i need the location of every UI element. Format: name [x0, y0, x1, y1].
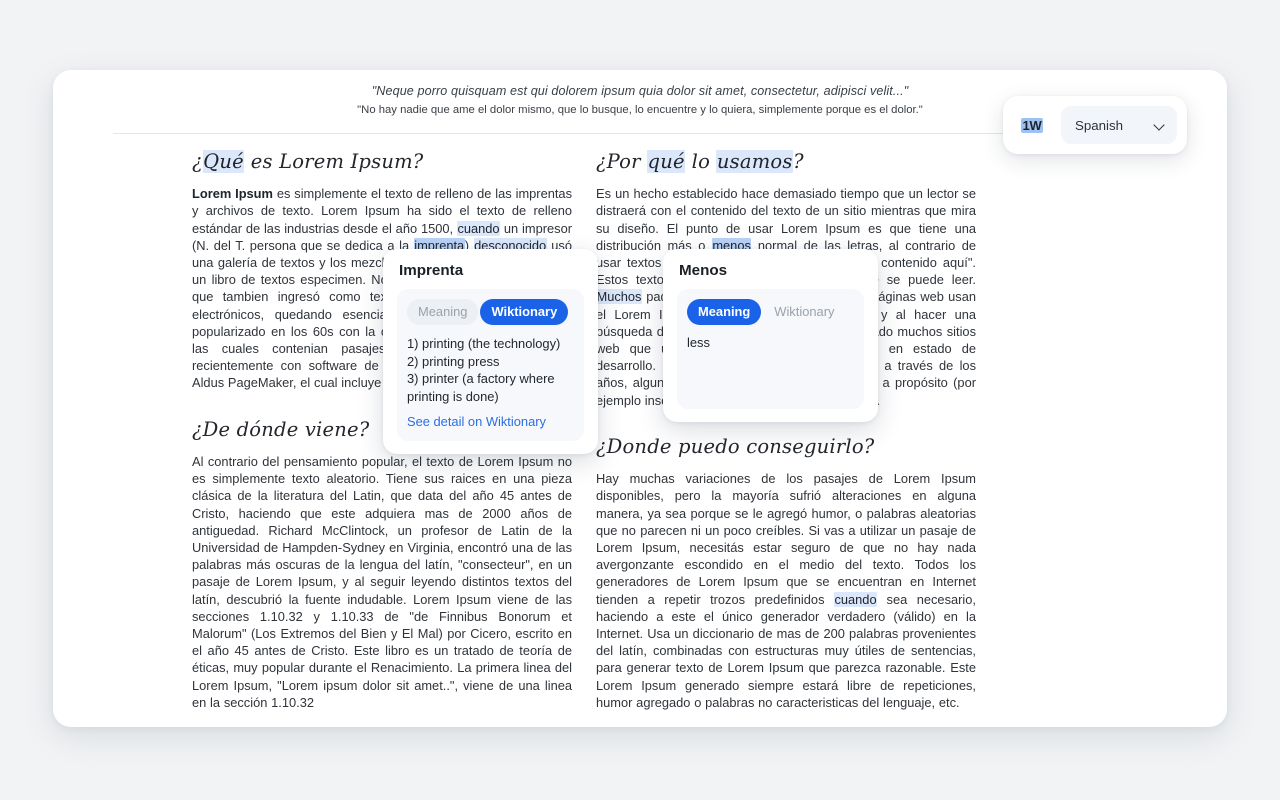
- wiktionary-detail-link[interactable]: See detail on Wiktionary: [407, 414, 574, 429]
- definition-list: 1) printing (the technology) 2) printing…: [407, 335, 574, 405]
- tab-wiktionary[interactable]: Wiktionary: [763, 299, 845, 325]
- title-text-post: es Lorem Ipsum?: [244, 149, 424, 173]
- language-select[interactable]: Spanish: [1061, 106, 1177, 144]
- language-widget: 1W Spanish: [1003, 96, 1187, 154]
- section-title-why: ¿Por qué lo usamos?: [596, 149, 976, 173]
- title-text-pre: ¿: [192, 149, 203, 173]
- text-run: sea necesario, haciendo a este el único …: [596, 591, 976, 710]
- title-text-mid: lo: [685, 149, 717, 173]
- highlight-muchos[interactable]: Muchos: [596, 289, 642, 305]
- title-text-post: ?: [793, 149, 804, 173]
- tab-wiktionary[interactable]: Wiktionary: [480, 299, 569, 325]
- title-highlight-que[interactable]: qué: [647, 149, 686, 173]
- article-columns: ¿Qué es Lorem Ipsum? Lorem Ipsum es simp…: [53, 134, 1227, 727]
- popup-tabs: Meaning Wiktionary: [687, 299, 854, 325]
- word-popup-menos: Menos Meaning Wiktionary less: [663, 249, 878, 422]
- page-root: "Neque porro quisquam est qui dolorem ip…: [0, 0, 1280, 800]
- level-chip[interactable]: 1W: [1013, 106, 1051, 144]
- word-popup-imprenta: Imprenta Meaning Wiktionary 1) printing …: [383, 249, 598, 454]
- level-chip-label: 1W: [1021, 117, 1043, 133]
- section-title-where-get: ¿Donde puedo conseguirlo?: [596, 434, 875, 458]
- popup-body: Meaning Wiktionary less: [677, 289, 864, 409]
- definition-line: 2) printing press: [407, 353, 500, 369]
- popup-tabs: Meaning Wiktionary: [407, 299, 574, 325]
- definition-line: 1) printing (the technology): [407, 336, 561, 351]
- definition-line: printing is done): [407, 388, 499, 404]
- language-select-value: Spanish: [1075, 117, 1124, 133]
- title-highlight-que[interactable]: Qué: [202, 149, 245, 173]
- paragraph-where-from: Al contrario del pensamiento popular, el…: [192, 453, 572, 710]
- popup-title: Menos: [679, 262, 728, 279]
- definition-line: 3) printer (a factory where: [407, 371, 555, 386]
- title-highlight-usamos[interactable]: usamos: [716, 149, 794, 173]
- text-run: Hay muchas variaciones de los pasajes de…: [596, 471, 976, 607]
- tab-meaning[interactable]: Meaning: [407, 299, 479, 325]
- tab-meaning[interactable]: Meaning: [687, 299, 762, 325]
- highlight-cuando[interactable]: cuando: [456, 220, 501, 236]
- content-card: "Neque porro quisquam est qui dolorem ip…: [53, 70, 1227, 727]
- column-right: ¿Por qué lo usamos? Es un hecho establec…: [596, 149, 976, 727]
- title-text-pre: ¿Por: [596, 149, 648, 173]
- lead-bold: Lorem Ipsum: [192, 186, 273, 202]
- meaning-text: less: [687, 335, 710, 350]
- popup-title: Imprenta: [399, 262, 464, 279]
- section-title-what-is: ¿Qué es Lorem Ipsum?: [192, 149, 572, 173]
- paragraph-where-get: Hay muchas variaciones de los pasajes de…: [596, 470, 976, 711]
- chevron-down-icon: [1154, 120, 1165, 131]
- highlight-cuando-2[interactable]: cuando: [833, 591, 878, 607]
- popup-body: Meaning Wiktionary 1) printing (the tech…: [397, 289, 584, 441]
